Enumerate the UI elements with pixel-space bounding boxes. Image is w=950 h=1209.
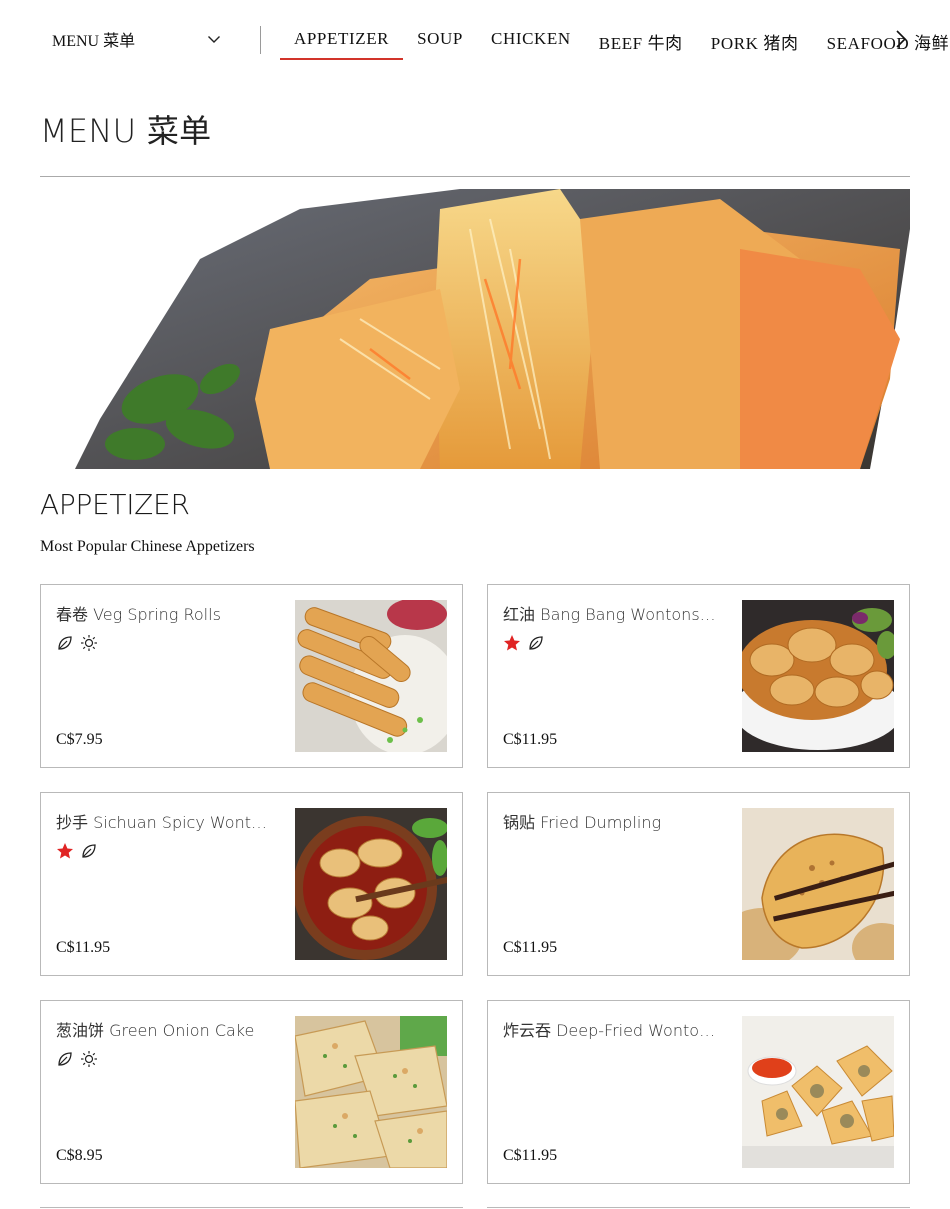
menu-select-label: MENU 菜单 bbox=[52, 33, 136, 50]
section-title: APPETIZER bbox=[40, 488, 190, 521]
vegetarian-leaf-icon bbox=[58, 636, 72, 650]
section-description: Most Popular Chinese Appetizers bbox=[40, 538, 255, 555]
tab-beef[interactable]: BEEF 牛肉 bbox=[585, 18, 697, 60]
menu-item-name: 锅贴 Fried Dumpling bbox=[503, 813, 662, 832]
next-card-edge bbox=[487, 1207, 910, 1208]
popular-star-icon bbox=[57, 843, 73, 859]
menu-item-price: C$11.95 bbox=[503, 731, 558, 748]
menu-item-name: 炸云吞 Deep-Fried Wontons ... bbox=[503, 1021, 718, 1040]
menu-item-badges bbox=[56, 1050, 98, 1068]
menu-item-card[interactable]: 抄手 Sichuan Spicy Wonton ... C$11.95 bbox=[40, 792, 463, 976]
title-divider bbox=[40, 176, 910, 177]
chevron-down-icon bbox=[208, 36, 220, 43]
tab-chicken[interactable]: CHICKEN bbox=[477, 18, 585, 60]
menu-item-badges bbox=[56, 842, 98, 860]
menu-item-name: 春卷 Veg Spring Rolls bbox=[56, 605, 221, 624]
next-card-edge bbox=[40, 1207, 463, 1208]
menu-item-card[interactable]: 锅贴 Fried Dumpling C$11.95 bbox=[487, 792, 910, 976]
menu-item-card[interactable]: 春卷 Veg Spring Rolls C$7.95 bbox=[40, 584, 463, 768]
vegetarian-leaf-icon bbox=[529, 636, 543, 650]
hero-image bbox=[40, 189, 910, 469]
tab-soup[interactable]: SOUP bbox=[403, 18, 477, 60]
mild-sun-icon bbox=[81, 635, 97, 651]
menu-item-image bbox=[295, 1016, 447, 1168]
menu-item-badges bbox=[503, 634, 545, 652]
menu-item-card[interactable]: 红油 Bang Bang Wontons ... C$11.95 bbox=[487, 584, 910, 768]
menu-item-image bbox=[742, 808, 894, 960]
menu-item-badges bbox=[56, 634, 98, 652]
menu-select-dropdown[interactable]: MENU 菜单 bbox=[40, 18, 235, 60]
category-tabs: APPETIZER SOUP CHICKEN BEEF 牛肉 PORK 猪肉 S… bbox=[280, 18, 950, 60]
popular-star-icon bbox=[504, 635, 520, 651]
menu-item-card[interactable]: 炸云吞 Deep-Fried Wontons ... C$11.95 bbox=[487, 1000, 910, 1184]
menu-item-price: C$11.95 bbox=[503, 939, 558, 956]
nav-divider bbox=[260, 26, 261, 54]
tab-seafood[interactable]: SEAFOOD 海鲜 bbox=[813, 18, 950, 60]
menu-item-name: 葱油饼 Green Onion Cake bbox=[56, 1021, 255, 1040]
vegetarian-leaf-icon bbox=[58, 1052, 72, 1066]
menu-item-name: 红油 Bang Bang Wontons ... bbox=[503, 605, 718, 624]
tab-appetizer[interactable]: APPETIZER bbox=[280, 18, 404, 60]
menu-item-image bbox=[295, 600, 447, 752]
menu-item-price: C$8.95 bbox=[56, 1147, 103, 1164]
menu-item-price: C$7.95 bbox=[56, 731, 103, 748]
page-title: MENU 菜单 bbox=[40, 112, 212, 150]
menu-item-image bbox=[295, 808, 447, 960]
chevron-right-icon[interactable] bbox=[892, 28, 910, 50]
menu-item-card[interactable]: 葱油饼 Green Onion Cake C$8.95 bbox=[40, 1000, 463, 1184]
top-navigation: MENU 菜单 APPETIZER SOUP CHICKEN BEEF 牛肉 P… bbox=[0, 0, 950, 80]
menu-item-image bbox=[742, 600, 894, 752]
menu-item-price: C$11.95 bbox=[56, 939, 111, 956]
menu-item-image bbox=[742, 1016, 894, 1168]
menu-item-price: C$11.95 bbox=[503, 1147, 558, 1164]
menu-item-name: 抄手 Sichuan Spicy Wonton ... bbox=[56, 813, 271, 832]
vegetarian-leaf-icon bbox=[82, 844, 96, 858]
mild-sun-icon bbox=[81, 1051, 97, 1067]
tab-pork[interactable]: PORK 猪肉 bbox=[697, 18, 813, 60]
